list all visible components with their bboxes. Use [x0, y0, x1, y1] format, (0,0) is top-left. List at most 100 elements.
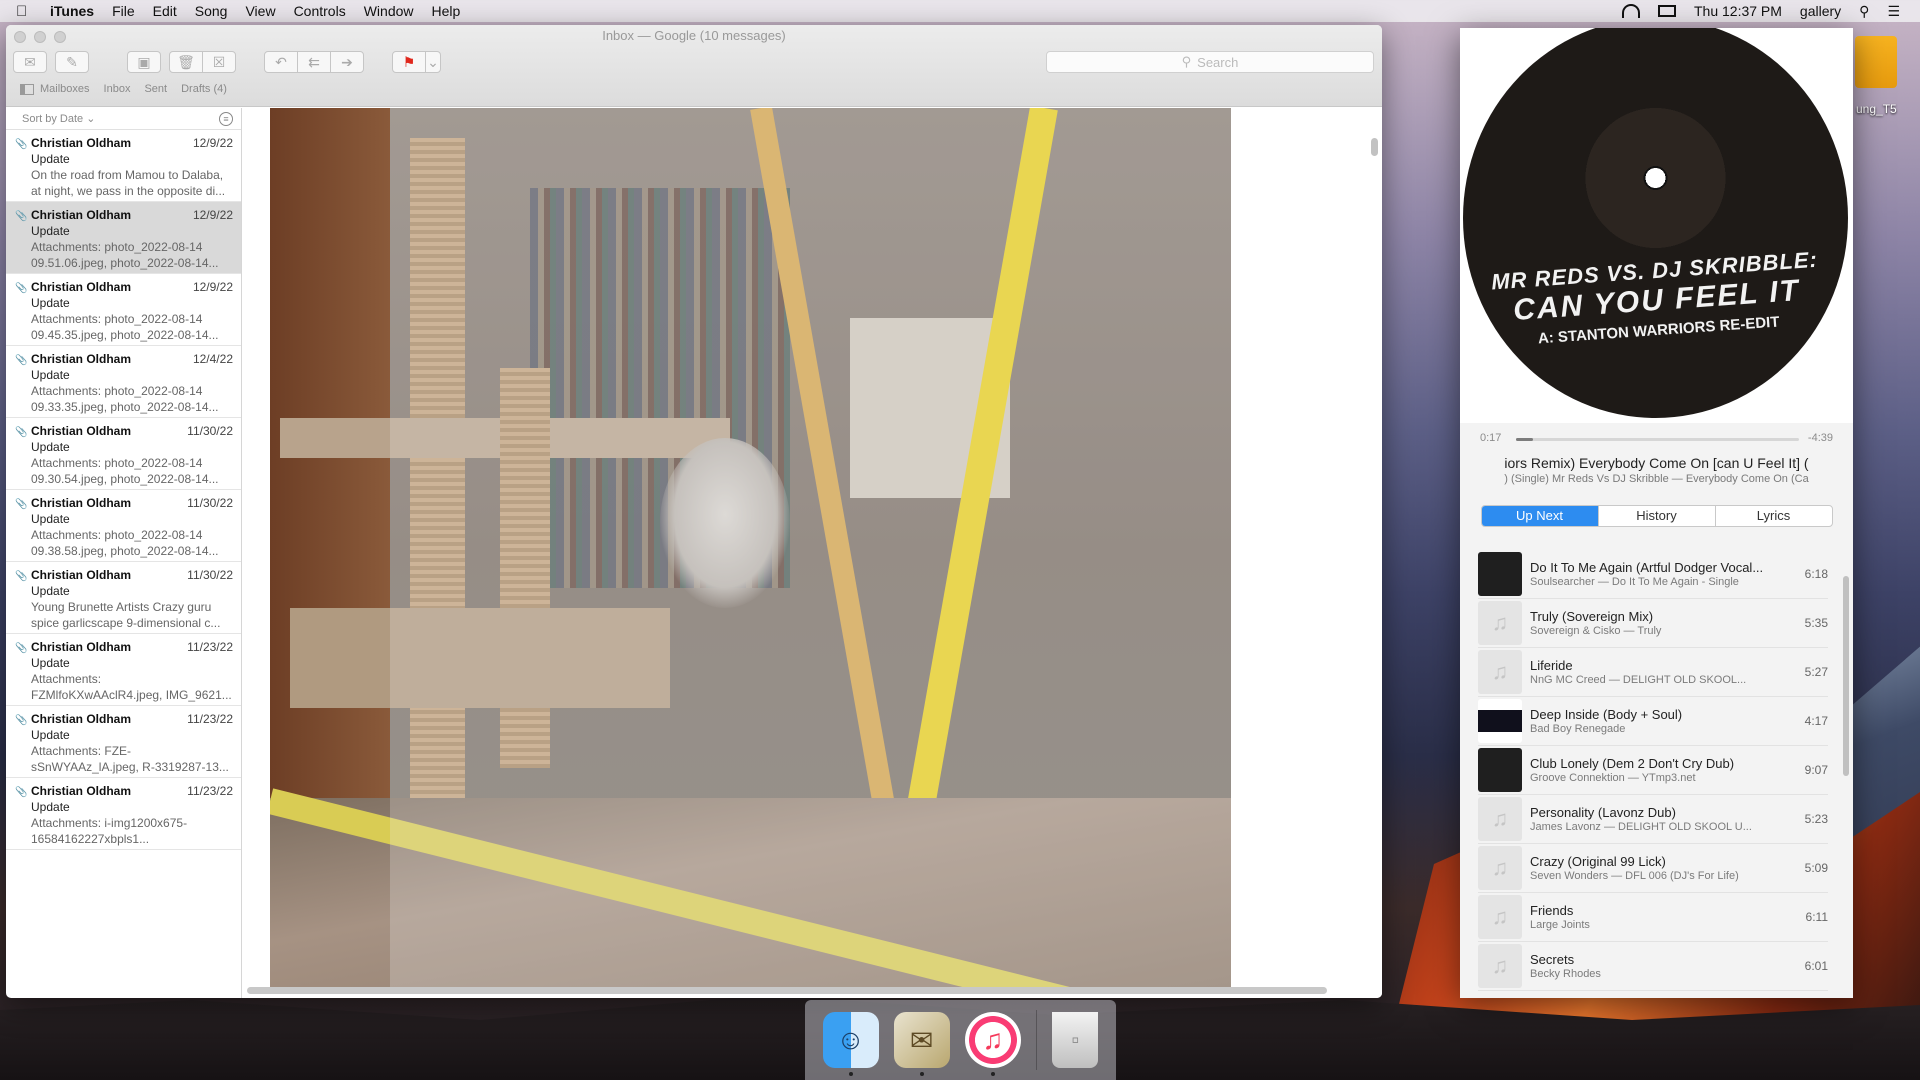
track-artist-album: James Lavonz — DELIGHT OLD SKOOL U...	[1530, 821, 1752, 833]
queue-item[interactable]: Deep Inside (Body + Soul) Bad Boy Renegad…	[1478, 697, 1828, 746]
dock-finder[interactable]: ☺	[822, 1012, 879, 1076]
flag-menu-button[interactable]: ⌄	[425, 51, 441, 73]
itunes-mini-player: MR REDS VS. DJ SKRIBBLE: CAN YOU FEEL IT…	[1460, 28, 1853, 998]
message-subject: Update	[31, 296, 70, 310]
favorites-inbox[interactable]: Inbox	[104, 83, 131, 95]
favorites-drafts[interactable]: Drafts (4)	[181, 83, 227, 95]
message-date: 11/30/22	[187, 496, 233, 510]
menubar-clock[interactable]: Thu 12:37 PM	[1694, 3, 1782, 19]
vertical-scrollbar[interactable]	[1371, 138, 1378, 156]
favorites-sent[interactable]: Sent	[144, 83, 167, 95]
queue-item[interactable]: Club Lonely (Dem 2 Don't Cry Dub) Groove …	[1478, 746, 1828, 795]
progress-fill	[1516, 438, 1533, 441]
sidebar-toggle-icon[interactable]	[20, 83, 34, 95]
queue-item[interactable]: ♫ Truly (Sovereign Mix) Sovereign & Cisko …	[1478, 599, 1828, 648]
chevron-down-icon: ⌄	[427, 53, 439, 70]
message-row[interactable]: 📎 Christian Oldham 11/30/22 Update Young Bru…	[6, 562, 241, 634]
message-row[interactable]: 📎 Christian Oldham 12/9/22 Update Attachment…	[6, 202, 241, 274]
queue-scrollbar[interactable]	[1843, 576, 1849, 776]
tab-lyrics[interactable]: Lyrics	[1714, 506, 1832, 526]
track-artist-album: Seven Wonders — DFL 006 (DJ's For Life)	[1530, 870, 1739, 882]
sort-by-date-button[interactable]: Sort by Date ⌄	[22, 112, 95, 125]
message-row[interactable]: 📎 Christian Oldham 12/9/22 Update On the roa…	[6, 130, 241, 202]
horizontal-scrollbar[interactable]	[247, 987, 1327, 994]
drive-label[interactable]: ung_T5	[1856, 102, 1897, 116]
attachment-icon: 📎	[15, 427, 28, 438]
track-title: Friends	[1530, 903, 1574, 918]
dock-mail[interactable]: ✉	[893, 1012, 950, 1076]
external-drive-icon[interactable]	[1855, 36, 1897, 88]
menu-controls[interactable]: Controls	[294, 3, 346, 19]
menu-help[interactable]: Help	[432, 3, 461, 19]
track-info: Club Lonely (Dem 2 Don't Cry Dub) Groove …	[1530, 756, 1788, 784]
dock-itunes[interactable]: ♫	[964, 1012, 1021, 1076]
junk-button[interactable]: ☒	[202, 51, 236, 73]
compose-button[interactable]: ✎	[55, 51, 89, 73]
wifi-icon[interactable]	[1621, 4, 1640, 18]
airplay-display-icon[interactable]	[1657, 5, 1676, 17]
queue-item[interactable]: Do It To Me Again (Artful Dodger Vocal..…	[1478, 550, 1828, 599]
track-artist-album: Large Joints	[1530, 919, 1590, 931]
dock-separator	[1036, 1010, 1038, 1070]
apple-menu-icon[interactable]: 	[16, 3, 42, 20]
menubar:  iTunes File Edit Song View Controls Wi…	[0, 0, 1920, 22]
message-row[interactable]: 📎 Christian Oldham 11/30/22 Update Attachmen…	[6, 418, 241, 490]
favorites-mailboxes[interactable]: Mailboxes	[40, 83, 90, 95]
menubar-user[interactable]: gallery	[1800, 3, 1841, 19]
queue-item[interactable]: ♫ Personality (Lavonz Dub) James Lavonz — …	[1478, 795, 1828, 844]
queue-item[interactable]: ♫ Secrets Becky Rhodes 6:01	[1478, 942, 1828, 991]
tab-up-next[interactable]: Up Next	[1481, 506, 1598, 526]
queue-item[interactable]: ♫ Friends Large Joints 6:11	[1478, 893, 1828, 942]
forward-button[interactable]: ➔	[330, 51, 364, 73]
trash-icon: 🗑	[177, 53, 195, 70]
message-subject: Update	[31, 512, 70, 526]
menu-edit[interactable]: Edit	[153, 3, 177, 19]
archive-button[interactable]: ▣	[127, 51, 161, 73]
menu-window[interactable]: Window	[364, 3, 414, 19]
message-row[interactable]: 📎 Christian Oldham 11/23/22 Update Attachmen…	[6, 634, 241, 706]
attachment-icon: 📎	[15, 211, 28, 222]
trash-icon: ▫	[1071, 1027, 1080, 1052]
progress-scrubber[interactable]	[1516, 438, 1799, 441]
message-row[interactable]: 📎 Christian Oldham 12/4/22 Update Attachment…	[6, 346, 241, 418]
get-mail-button[interactable]: ✉	[13, 51, 47, 73]
message-row[interactable]: 📎 Christian Oldham 11/23/22 Update Attachmen…	[6, 778, 241, 850]
envelope-icon: ✉	[24, 53, 36, 70]
message-row[interactable]: 📎 Christian Oldham 12/9/22 Update Attachment…	[6, 274, 241, 346]
message-subject: Update	[31, 368, 70, 382]
reply-all-button[interactable]: ⇇	[297, 51, 331, 73]
menu-app-itunes[interactable]: iTunes	[50, 3, 94, 19]
spotlight-search-icon[interactable]: ⚲	[1859, 3, 1869, 20]
track-artist-album: Sovereign & Cisko — Truly	[1530, 625, 1662, 637]
queue-item[interactable]: ♫ Crazy (Original 99 Lick) Seven Wonders —…	[1478, 844, 1828, 893]
track-artwork-icon: ♫	[1478, 601, 1522, 645]
attachment-icon: 📎	[15, 355, 28, 366]
reply-button[interactable]: ↶	[264, 51, 298, 73]
message-preview	[242, 108, 1382, 998]
track-artwork-icon: ♫	[1478, 650, 1522, 694]
queue-item[interactable]: ♫ Liferide NnG MC Creed — DELIGHT OLD SKOO…	[1478, 648, 1828, 697]
dock: ☺ ✉ ♫ ▫	[805, 1000, 1116, 1080]
junk-icon: ☒	[212, 53, 226, 70]
menu-view[interactable]: View	[245, 3, 275, 19]
running-indicator	[919, 1072, 924, 1076]
menu-file[interactable]: File	[112, 3, 135, 19]
tab-history[interactable]: History	[1597, 506, 1715, 526]
attachment-icon: 📎	[15, 643, 28, 654]
delete-button[interactable]: 🗑	[169, 51, 203, 73]
flag-button[interactable]: ⚑	[392, 51, 426, 73]
dock-trash[interactable]: ▫	[1052, 1012, 1099, 1068]
message-row[interactable]: 📎 Christian Oldham 11/23/22 Update Attachmen…	[6, 706, 241, 778]
menu-song[interactable]: Song	[195, 3, 228, 19]
track-duration: 6:18	[1804, 567, 1828, 581]
message-row[interactable]: 📎 Christian Oldham 11/30/22 Update Attachmen…	[6, 490, 241, 562]
track-title: Truly (Sovereign Mix)	[1530, 609, 1654, 624]
album-artwork[interactable]: MR REDS VS. DJ SKRIBBLE: CAN YOU FEEL IT…	[1460, 28, 1853, 423]
track-title: Liferide	[1530, 658, 1573, 673]
message-preview-text: Attachments: photo_2022-08-14 09.30.54.j…	[31, 456, 219, 486]
finder-icon: ☺	[836, 1024, 865, 1055]
notification-center-icon[interactable]: ☰	[1887, 3, 1900, 20]
filter-icon[interactable]: ≡	[219, 111, 233, 126]
search-input[interactable]: ⚲ Search	[1046, 51, 1374, 73]
track-duration: 4:17	[1804, 714, 1828, 728]
